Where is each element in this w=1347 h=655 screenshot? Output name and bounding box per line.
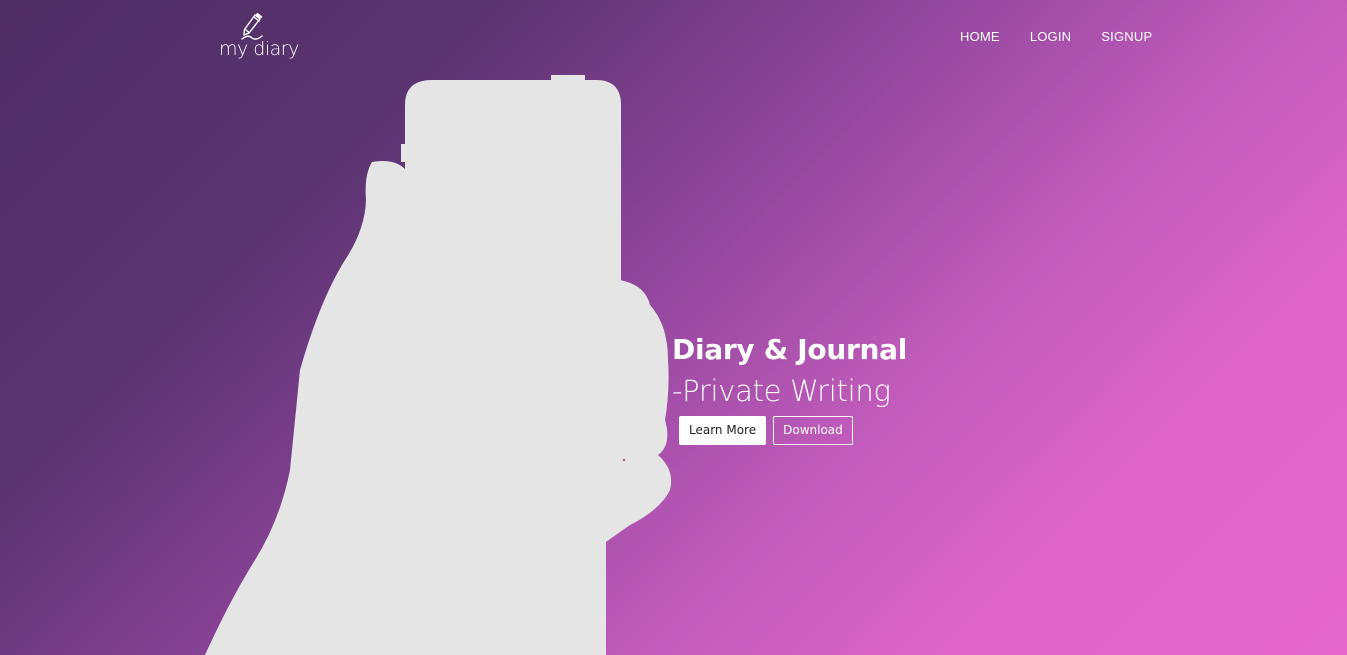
learn-more-button[interactable]: Learn More	[679, 416, 767, 445]
nav-home-link[interactable]: HOME	[960, 29, 1000, 44]
hand-holding-phone-illustration	[205, 75, 672, 655]
nav-login-link[interactable]: LOGIN	[1030, 29, 1071, 44]
site-logo[interactable]: my diary	[216, 12, 299, 64]
nav-signup-link[interactable]: SIGNUP	[1101, 29, 1152, 44]
hero-subline: -Private Writing	[672, 374, 891, 408]
hero-section: my diary HOME LOGIN SIGNUP Diary & Journ…	[0, 0, 1347, 655]
hero-buttons: Learn More Download	[679, 416, 853, 445]
main-nav: HOME LOGIN SIGNUP	[960, 29, 1152, 44]
download-button[interactable]: Download	[773, 416, 853, 445]
hero-headline: Diary & Journal	[672, 333, 908, 366]
logo-text: my diary	[219, 38, 299, 60]
